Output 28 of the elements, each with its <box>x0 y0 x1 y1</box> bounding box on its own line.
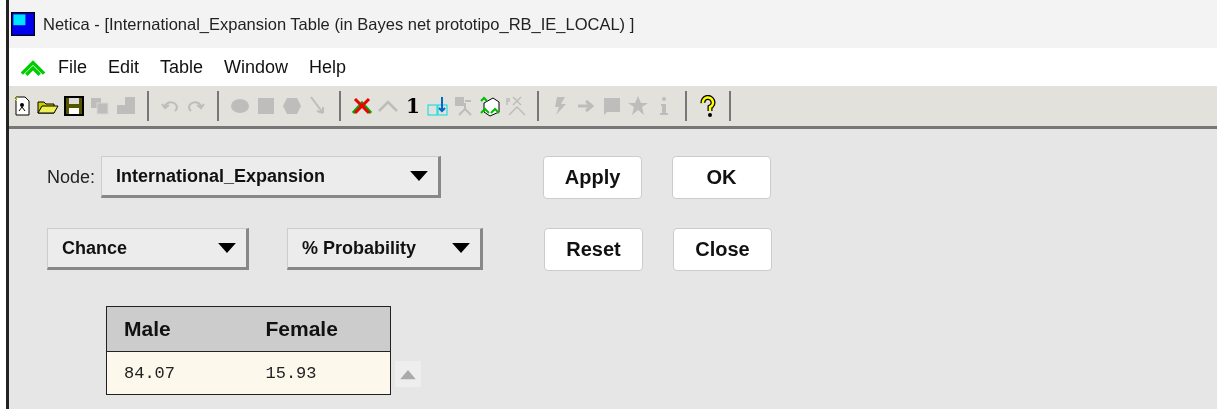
table-icon[interactable] <box>427 95 449 117</box>
new-file-icon[interactable] <box>11 95 33 117</box>
app-icon <box>11 12 35 36</box>
menu-item[interactable]: Window <box>224 56 289 78</box>
save-icon[interactable] <box>63 95 85 117</box>
window-title: Netica - [International_Expansion Table (in Bayes net prototipo_RB_IE_LOCAL) ] <box>43 14 635 34</box>
toolbar-button[interactable]: 1 <box>403 93 423 119</box>
dropdown-arrow-icon <box>218 243 236 253</box>
column-header: Female <box>264 317 339 341</box>
menu-item[interactable]: File <box>58 56 87 78</box>
ok-button[interactable]: OK <box>672 155 772 199</box>
table-cell[interactable]: 15.93 <box>248 363 390 383</box>
node-type-dropdown[interactable]: Chance <box>47 228 249 270</box>
units-dropdown[interactable]: % Probability <box>287 228 483 270</box>
apply-button[interactable]: Apply <box>543 155 643 199</box>
dropdown-arrow-icon <box>410 171 429 181</box>
node-dropdown[interactable]: International_Expansion <box>101 156 442 198</box>
close-button[interactable]: Close <box>673 227 772 271</box>
scroll-up-icon[interactable] <box>395 361 421 387</box>
node-label: Node: <box>47 166 96 188</box>
menu-item[interactable]: Help <box>309 56 347 78</box>
column-header: Male <box>123 317 172 341</box>
menu-item[interactable]: Edit <box>108 56 140 78</box>
menu-item[interactable]: Table <box>160 56 204 78</box>
reset-button[interactable]: Reset <box>544 227 643 271</box>
dropdown-arrow-icon <box>452 243 470 253</box>
table-cell[interactable]: 84.07 <box>107 363 249 383</box>
cross-icon[interactable] <box>351 95 373 117</box>
